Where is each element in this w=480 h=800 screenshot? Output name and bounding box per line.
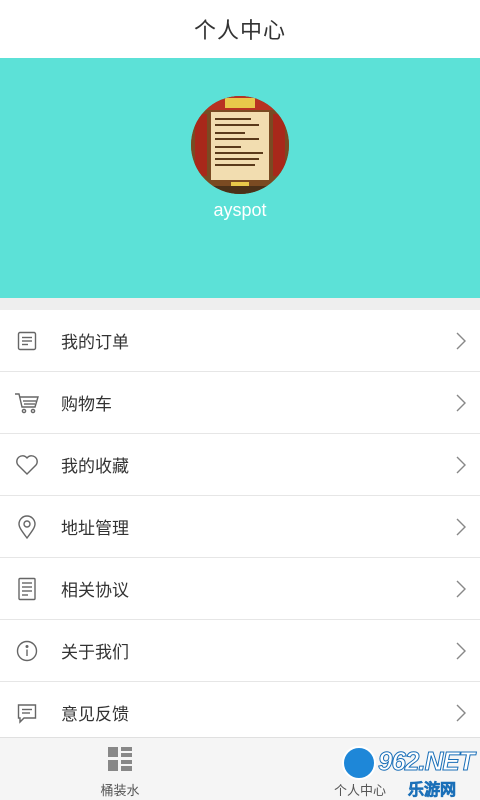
avatar-image (191, 96, 289, 194)
document-icon (14, 576, 40, 602)
watermark-logo: 962.NET 乐游网 (334, 740, 480, 800)
chevron-right-icon (454, 331, 468, 351)
menu-item-feedback[interactable]: 意见反馈 (0, 682, 480, 744)
menu-item-about[interactable]: 关于我们 (0, 620, 480, 682)
tab-label: 桶装水 (100, 784, 140, 799)
chevron-right-icon (454, 641, 468, 661)
tab-bottled-water[interactable]: 桶装水 (0, 738, 240, 800)
menu-item-label: 我的收藏 (61, 457, 129, 477)
menu-item-label: 意见反馈 (61, 705, 129, 725)
menu-item-address[interactable]: 地址管理 (0, 496, 480, 558)
heart-icon (14, 452, 40, 478)
info-icon (14, 638, 40, 664)
order-list-icon (14, 328, 40, 354)
menu-item-label: 地址管理 (61, 519, 129, 539)
watermark-badge-icon (342, 746, 376, 780)
chevron-right-icon (454, 455, 468, 475)
menu-item-label: 购物车 (61, 395, 112, 415)
section-divider (0, 298, 480, 310)
chevron-right-icon (454, 703, 468, 723)
menu-item-agreements[interactable]: 相关协议 (0, 558, 480, 620)
profile-banner: ayspot (0, 58, 480, 298)
menu-item-cart[interactable]: 购物车 (0, 372, 480, 434)
menu-list: 我的订单 购物车 我的收藏 地址管理 相关协议 关于我们 意见反馈 (0, 310, 480, 744)
menu-item-label: 相关协议 (61, 581, 129, 601)
location-pin-icon (14, 514, 40, 540)
chevron-right-icon (454, 517, 468, 537)
username: ayspot (213, 200, 267, 220)
menu-item-favorites[interactable]: 我的收藏 (0, 434, 480, 496)
chevron-right-icon (454, 579, 468, 599)
menu-item-label: 我的订单 (61, 333, 129, 353)
feedback-icon (14, 700, 40, 726)
avatar[interactable] (191, 96, 289, 194)
shopping-cart-icon (14, 390, 40, 416)
top-bar: 个人中心 (0, 0, 480, 58)
page-title: 个人中心 (193, 19, 286, 44)
menu-item-orders[interactable]: 我的订单 (0, 310, 480, 372)
chevron-right-icon (454, 393, 468, 413)
grid-icon (107, 746, 133, 772)
watermark-main-text: 962.NET (378, 746, 476, 777)
menu-item-label: 关于我们 (61, 643, 129, 663)
watermark-sub-text: 乐游网 (408, 780, 457, 800)
